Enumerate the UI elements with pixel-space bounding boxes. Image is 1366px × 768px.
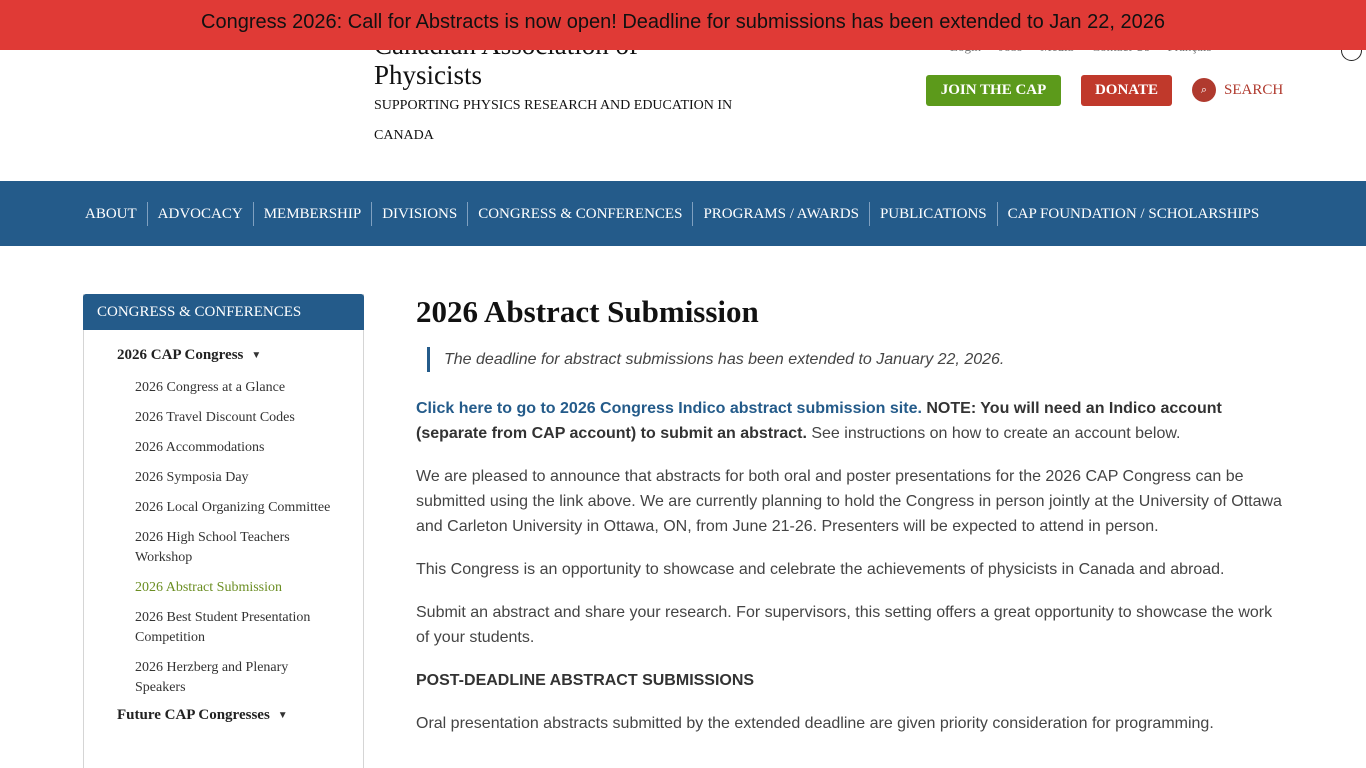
donate-button[interactable]: DONATE	[1081, 75, 1172, 106]
intro-paragraph: We are pleased to announce that abstract…	[416, 468, 1282, 535]
sidebar-group-label: 2026 CAP Congress	[117, 347, 244, 363]
banner-text: Congress 2026: Call for Abstracts is now…	[201, 10, 1165, 33]
sidebar-item-symposia[interactable]: 2026 Symposia Day	[135, 468, 335, 488]
nav-item-about[interactable]: ABOUT	[75, 202, 147, 226]
submission-paragraph: Click here to go to 2026 Congress Indico…	[416, 396, 1286, 446]
nav-item-programs[interactable]: PROGRAMS / AWARDS	[692, 201, 869, 226]
nav-item-publications[interactable]: PUBLICATIONS	[868, 201, 997, 226]
chevron-down-icon[interactable]: ▼	[251, 350, 261, 361]
search-icon: ⌕	[1192, 78, 1216, 102]
site-title-line2[interactable]: Physicists	[374, 60, 638, 90]
sidebar-item-teachers[interactable]: 2026 High School Teachers Workshop	[135, 528, 335, 568]
page-title: 2026 Abstract Submission	[416, 294, 759, 329]
sidebar-group-future[interactable]: Future CAP Congresses ▼	[117, 707, 363, 724]
submit-paragraph: Submit an abstract and share your resear…	[416, 604, 1273, 646]
search-button[interactable]: ⌕ SEARCH	[1192, 78, 1283, 102]
sidebar-item-accommodations[interactable]: 2026 Accommodations	[135, 438, 335, 458]
sidebar-group-label: Future CAP Congresses	[117, 707, 270, 723]
main-nav: ABOUT ADVOCACY MEMBERSHIP DIVISIONS CONG…	[0, 181, 1366, 246]
join-button[interactable]: JOIN THE CAP	[926, 75, 1061, 106]
sidebar-item-student[interactable]: 2026 Best Student Presentation Competiti…	[135, 608, 335, 648]
chevron-down-icon[interactable]: ▼	[278, 710, 288, 721]
sidebar-group: 2026 CAP Congress ▼ 2026 Congress at a G…	[84, 347, 363, 724]
sidebar-item-abstract[interactable]: 2026 Abstract Submission	[135, 578, 335, 598]
site-tagline: SUPPORTING PHYSICS RESEARCH AND EDUCATIO…	[374, 98, 733, 143]
post-deadline-heading: POST-DEADLINE ABSTRACT SUBMISSIONS	[416, 672, 755, 689]
sidebar-item-travel[interactable]: 2026 Travel Discount Codes	[135, 408, 335, 428]
oral-paragraph: Oral presentation abstracts submitted by…	[416, 715, 1214, 732]
search-label: SEARCH	[1224, 81, 1284, 98]
note-rest: See instructions on how to create an acc…	[806, 425, 1181, 442]
deadline-quote: The deadline for abstract submissions ha…	[427, 347, 1286, 372]
showcase-paragraph: This Congress is an opportunity to showc…	[416, 561, 1225, 578]
sidebar-item-glance[interactable]: 2026 Congress at a Glance	[135, 378, 335, 398]
sidebar: CONGRESS & CONFERENCES 2026 CAP Congress…	[83, 294, 364, 768]
main-content: 2026 Abstract Submission The deadline fo…	[416, 294, 1286, 736]
nav-item-divisions[interactable]: DIVISIONS	[371, 201, 467, 226]
sidebar-item-speakers[interactable]: 2026 Herzberg and Plenary Speakers	[135, 658, 335, 698]
sidebar-heading[interactable]: CONGRESS & CONFERENCES	[83, 294, 364, 330]
nav-item-foundation[interactable]: CAP FOUNDATION / SCHOLARSHIPS	[996, 201, 1270, 226]
indico-link[interactable]: Click here to go to 2026 Congress Indico…	[416, 400, 922, 417]
sidebar-list: 2026 Congress at a Glance 2026 Travel Di…	[117, 378, 363, 698]
sidebar-item-organizing[interactable]: 2026 Local Organizing Committee	[135, 498, 335, 518]
nav-item-membership[interactable]: MEMBERSHIP	[252, 201, 372, 226]
sidebar-group-congress[interactable]: 2026 CAP Congress ▼	[117, 347, 363, 364]
announcement-banner[interactable]: Congress 2026: Call for Abstracts is now…	[0, 0, 1366, 50]
nav-item-advocacy[interactable]: ADVOCACY	[146, 201, 253, 226]
nav-item-congress[interactable]: CONGRESS & CONFERENCES	[467, 201, 692, 226]
